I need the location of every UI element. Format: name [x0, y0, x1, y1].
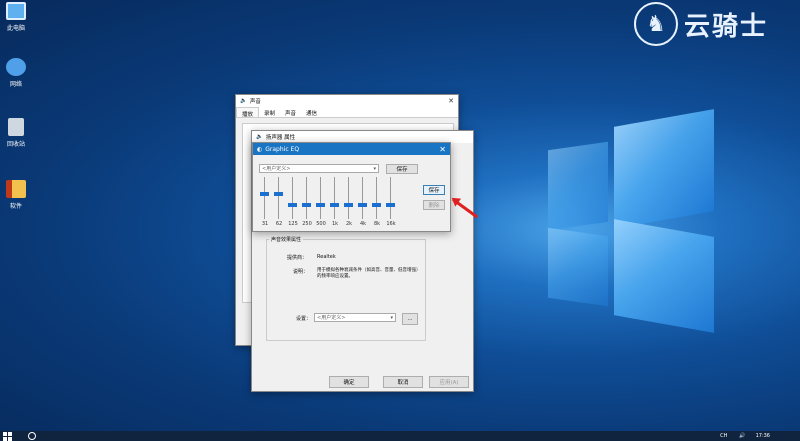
- eq-slider-4k[interactable]: [357, 177, 368, 219]
- apply-button[interactable]: 应用(A): [429, 376, 469, 388]
- description-value: 用于模拟各种衰减条件（如高音、音量、低音增强）的频率响应设置。: [317, 268, 421, 279]
- volume-icon[interactable]: 🔊: [739, 433, 745, 439]
- more-button[interactable]: ...: [402, 313, 418, 325]
- desktop-icon-label: 回收站: [6, 141, 25, 148]
- eq-slider-16k[interactable]: [385, 177, 396, 219]
- group-label: 声音效果属性: [269, 236, 304, 243]
- sound-tabs: 播放 录制 声音 通信: [236, 107, 458, 118]
- desktop-icon-recycle-bin[interactable]: 回收站: [0, 118, 34, 148]
- eq-save-preset-button[interactable]: 保存: [386, 164, 418, 174]
- eq-slider-thumb[interactable]: [330, 203, 339, 208]
- eq-slider-track: [348, 177, 349, 219]
- watermark: ♞ 云骑士: [634, 2, 768, 46]
- eq-freq-label: 31: [261, 221, 269, 227]
- eq-slider-thumb[interactable]: [288, 203, 297, 208]
- eq-slider-thumb[interactable]: [302, 203, 311, 208]
- eq-slider-31[interactable]: [259, 177, 270, 219]
- speaker-props-title: 扬声器 属性: [265, 135, 296, 141]
- close-icon[interactable]: ✕: [448, 97, 454, 105]
- desktop-icon-computer[interactable]: 此电脑: [0, 2, 34, 32]
- settings-select-value: <用户定义>: [317, 315, 346, 321]
- tray-input-indicator[interactable]: CH: [720, 433, 727, 439]
- graphic-eq-title: Graphic EQ: [265, 145, 300, 153]
- eq-freq-label: 125: [288, 221, 298, 227]
- tab-communications[interactable]: 通信: [301, 107, 322, 117]
- sound-window-title: 声音: [249, 99, 261, 105]
- eq-slider-track: [334, 177, 335, 219]
- provider-label: 提供商：: [287, 255, 308, 261]
- speaker-icon: 🔈: [240, 98, 247, 104]
- provider-value: Realtek: [317, 254, 336, 260]
- eq-slider-thumb[interactable]: [274, 192, 283, 196]
- eq-freq-label: 62: [275, 221, 283, 227]
- eq-freq-label: 250: [302, 221, 312, 227]
- eq-slider-2k[interactable]: [343, 177, 354, 219]
- clock: 17:36: [755, 433, 770, 439]
- recycle-bin-icon: [8, 118, 24, 136]
- folder-icon: [6, 180, 26, 198]
- eq-slider-thumb[interactable]: [316, 203, 325, 208]
- desktop-icon-label: 此电脑: [6, 25, 25, 32]
- eq-slider-thumb[interactable]: [260, 192, 269, 196]
- eq-slider-62[interactable]: [273, 177, 284, 219]
- eq-slider-thumb[interactable]: [372, 203, 381, 208]
- eq-preset-value: <用户定义>: [262, 166, 291, 172]
- tab-sounds[interactable]: 声音: [280, 107, 301, 117]
- chevron-down-icon: ▾: [390, 314, 393, 321]
- eq-freq-label: 16k: [386, 221, 396, 227]
- computer-icon: [6, 2, 26, 20]
- eq-icon: ◐: [257, 145, 263, 153]
- sound-titlebar: 🔈 声音 ✕: [236, 95, 458, 107]
- eq-freq-label: 2k: [345, 221, 353, 227]
- watermark-text: 云骑士: [684, 11, 769, 42]
- eq-slider-track: [320, 177, 321, 219]
- start-button[interactable]: [3, 431, 12, 441]
- eq-save-button[interactable]: 保存: [423, 185, 445, 195]
- eq-slider-track: [306, 177, 307, 219]
- speaker-icon: 🔈: [256, 134, 263, 140]
- desktop-icon-label: 网络: [9, 81, 22, 88]
- eq-slider-250[interactable]: [301, 177, 312, 219]
- cancel-button[interactable]: 取消: [383, 376, 423, 388]
- eq-preset-select[interactable]: <用户定义> ▾: [259, 164, 379, 173]
- tab-playback[interactable]: 播放: [236, 107, 260, 118]
- description-label: 说明：: [293, 269, 309, 275]
- eq-slider-125[interactable]: [287, 177, 298, 219]
- eq-slider-thumb[interactable]: [358, 203, 367, 208]
- eq-slider-8k[interactable]: [371, 177, 382, 219]
- eq-slider-thumb[interactable]: [386, 203, 395, 208]
- eq-slider-track: [264, 177, 265, 219]
- network-icon: [6, 58, 26, 76]
- eq-slider-1k[interactable]: [329, 177, 340, 219]
- desktop-icon-label: 软件: [9, 203, 22, 210]
- desktop-icon-software[interactable]: 软件: [0, 180, 34, 210]
- eq-slider-track: [292, 177, 293, 219]
- eq-slider-track: [390, 177, 391, 219]
- ok-button[interactable]: 确定: [329, 376, 369, 388]
- eq-freq-label: 500: [316, 221, 326, 227]
- desktop-icon-network[interactable]: 网络: [0, 58, 34, 88]
- close-icon[interactable]: ✕: [439, 145, 446, 154]
- settings-select[interactable]: <用户定义> ▾: [314, 313, 396, 322]
- search-icon[interactable]: [28, 432, 36, 440]
- eq-slider-500[interactable]: [315, 177, 326, 219]
- chevron-down-icon: ▾: [373, 165, 376, 172]
- tab-recording[interactable]: 录制: [259, 107, 280, 117]
- eq-slider-track: [278, 177, 279, 219]
- effects-group: 声音效果属性 提供商： Realtek 说明： 用于模拟各种衰减条件（如高音、音…: [266, 236, 426, 341]
- eq-freq-label: 8k: [373, 221, 381, 227]
- graphic-eq-window: ◐ Graphic EQ ✕ <用户定义> ▾ 保存 保存 删除 31 62 125…: [252, 142, 451, 232]
- taskbar: CH 🔊 17:36: [0, 431, 800, 441]
- eq-freq-label: 1k: [331, 221, 339, 227]
- eq-slider-track: [376, 177, 377, 219]
- eq-slider-track: [362, 177, 363, 219]
- settings-label: 设置：: [296, 316, 312, 322]
- eq-slider-thumb[interactable]: [344, 203, 353, 208]
- eq-delete-button[interactable]: 删除: [423, 200, 445, 210]
- eq-freq-label: 4k: [359, 221, 367, 227]
- knight-logo-icon: ♞: [634, 2, 678, 46]
- graphic-eq-titlebar: ◐ Graphic EQ ✕: [253, 143, 450, 155]
